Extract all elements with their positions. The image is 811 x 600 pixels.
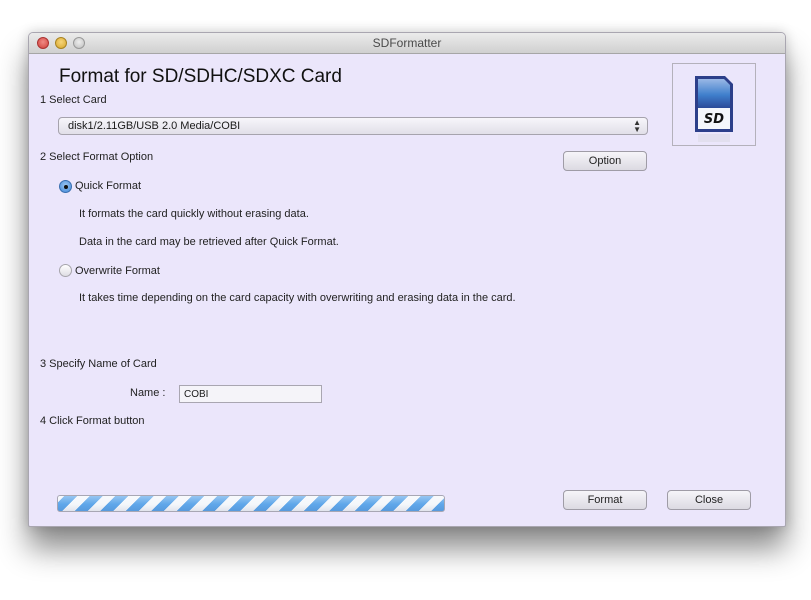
overwrite-format-desc: It takes time depending on the card capa…: [79, 292, 516, 304]
name-label: Name :: [130, 387, 166, 399]
page-title: Format for SD/SDHC/SDXC Card: [59, 66, 342, 87]
format-button[interactable]: Format: [563, 490, 647, 510]
sd-card-icon: SD: [695, 76, 733, 142]
title-bar[interactable]: SDFormatter: [29, 33, 785, 54]
step4-label: 4 Click Format button: [40, 415, 145, 427]
close-button[interactable]: Close: [667, 490, 751, 510]
overwrite-format-radio[interactable]: [59, 264, 72, 277]
option-button[interactable]: Option: [563, 151, 647, 171]
svg-text:SD: SD: [704, 112, 724, 127]
select-arrows-icon: ▲ ▼: [633, 118, 641, 134]
step2-label: 2 Select Format Option: [40, 151, 154, 163]
quick-format-desc-2: Data in the card may be retrieved after …: [79, 236, 339, 248]
format-progress-bar: [57, 495, 445, 512]
quick-format-label[interactable]: Quick Format: [75, 180, 141, 192]
sdformatter-window: SDFormatter Format for SD/SDHC/SDXC Card…: [28, 32, 786, 527]
window-title: SDFormatter: [372, 36, 442, 50]
card-select[interactable]: disk1/2.11GB/USB 2.0 Media/COBI ▲ ▼: [58, 117, 648, 135]
card-select-value: disk1/2.11GB/USB 2.0 Media/COBI: [68, 120, 241, 132]
card-name-input[interactable]: COBI: [179, 385, 322, 403]
quick-format-radio[interactable]: [59, 180, 72, 193]
step3-label: 3 Specify Name of Card: [40, 358, 157, 370]
quick-format-desc-1: It formats the card quickly without eras…: [79, 208, 309, 220]
step1-label: 1 Select Card: [40, 94, 107, 106]
sd-card-image-frame: SD: [672, 63, 756, 146]
overwrite-format-label[interactable]: Overwrite Format: [75, 265, 160, 277]
